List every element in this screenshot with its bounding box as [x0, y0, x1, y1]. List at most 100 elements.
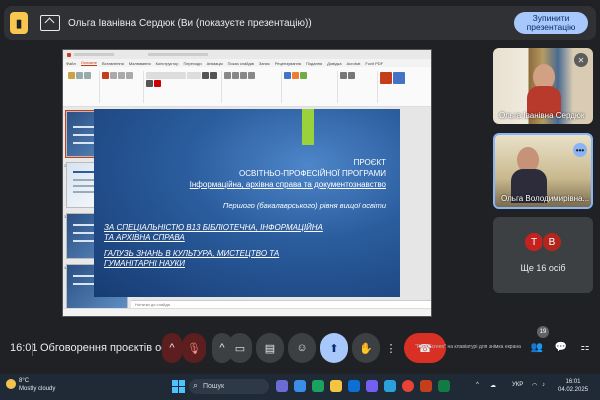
more-options-button[interactable]: ⋮ [384, 333, 398, 363]
taskbar-time: 16:01 [565, 379, 581, 385]
slide-title-line: ОСВІТНЬО-ПРОФЕСІЙНОЇ ПРОГРАМИ [239, 169, 386, 178]
onedrive-icon[interactable]: ☁ [490, 382, 496, 389]
app-badge-icon: ▮ [10, 12, 28, 34]
numbering-icon[interactable] [232, 71, 239, 79]
meeting-clock: 16:01 [10, 342, 38, 354]
taskbar-clock[interactable]: 16:01 04.02.2025 [558, 378, 588, 394]
copy-icon[interactable] [84, 71, 91, 79]
section-icon[interactable] [126, 71, 133, 79]
widgets-icon[interactable] [294, 380, 306, 392]
raise-hand-button[interactable]: ✋ [352, 333, 380, 363]
weather-widget[interactable]: 8°C Mostly cloudy [6, 377, 55, 393]
align-icon[interactable] [240, 71, 247, 79]
shapes-icon[interactable] [284, 71, 291, 79]
mic-off-icon: ✕ [574, 53, 588, 67]
mic-options-chevron-icon[interactable]: ^ [162, 333, 182, 363]
menu-item[interactable]: Переходи [183, 61, 201, 66]
menu-item[interactable]: Вставлення [102, 61, 124, 66]
participant-tile-active[interactable]: ••• Ольга Володимирівна... [493, 133, 593, 209]
camera-button[interactable]: ▭ [228, 333, 252, 363]
paste-icon[interactable] [68, 71, 75, 79]
menu-item[interactable]: Рецензування [275, 61, 301, 66]
more-options-icon[interactable]: ••• [573, 143, 587, 157]
chrome-icon[interactable] [402, 380, 414, 392]
menu-item[interactable]: Конструктор [156, 61, 179, 66]
present-button[interactable]: ⬆ [320, 333, 348, 363]
current-slide: ПРОЄКТ ОСВІТНЬО-ПРОФЕСІЙНОЇ ПРОГРАМИ Інф… [94, 109, 400, 297]
menu-item[interactable]: Acrobat [347, 61, 361, 66]
menu-item-active[interactable]: Основне [80, 60, 97, 66]
quick-styles-icon[interactable] [300, 71, 307, 79]
ribbon-group [144, 70, 222, 103]
avatar-group: Т В [524, 232, 562, 252]
ppt-logo-icon [67, 52, 71, 57]
presenting-banner: ▮ Ольга Іванівна Сердюк (Ви (показуєте п… [4, 6, 596, 40]
slide-field-line: ГАЛУЗЬ ЗНАНЬ В КУЛЬТУРА, МИСТЕЦТВО ТА [104, 249, 280, 258]
replace-icon[interactable] [348, 71, 355, 79]
other-participants-tile[interactable]: Т В Ще 16 осіб [493, 217, 593, 293]
viber-icon[interactable] [366, 380, 378, 392]
telegram-icon[interactable] [384, 380, 396, 392]
font-size-select[interactable] [187, 71, 201, 79]
explorer-icon[interactable] [330, 380, 342, 392]
arrange-icon[interactable] [292, 71, 299, 79]
ppt-menu-bar: Файл Основне Вставлення Малювання Констр… [63, 59, 431, 67]
edge-icon[interactable] [312, 380, 324, 392]
captions-button[interactable]: ▤ [256, 333, 284, 363]
emoji-button[interactable]: ☺ [288, 333, 316, 363]
windows-start-icon[interactable] [172, 380, 185, 393]
avatar: Т [524, 232, 544, 252]
weather-desc: Mostly cloudy [19, 386, 56, 392]
menu-item[interactable]: Подання [306, 61, 322, 66]
windows-taskbar: 8°C Mostly cloudy Пошук ^ ☁ УКР ◠ ♪ 16:0… [0, 374, 600, 400]
activities-icon[interactable]: ⚏ [578, 340, 592, 354]
avatar: В [542, 232, 562, 252]
layout-icon[interactable] [110, 71, 117, 79]
tray-chevron-icon[interactable]: ^ [476, 382, 479, 388]
reset-icon[interactable] [118, 71, 125, 79]
wifi-icon[interactable]: ◠ [532, 382, 537, 389]
ppt-ribbon [63, 67, 431, 107]
menu-item[interactable]: Показ слайдів [228, 61, 254, 66]
slide-accent-bar [302, 109, 314, 145]
menu-item[interactable]: Анімація [207, 61, 223, 66]
italic-icon[interactable] [210, 71, 217, 79]
bold-icon[interactable] [202, 71, 209, 79]
cut-icon[interactable] [76, 71, 83, 79]
keyboard-language[interactable]: УКР [512, 382, 523, 388]
dictate-icon[interactable] [380, 71, 392, 84]
participant-tile[interactable]: ✕ Ольга Іванівна Сердюк [493, 48, 593, 124]
menu-item[interactable]: Файл [66, 61, 76, 66]
present-screen-icon [40, 15, 60, 31]
menu-item[interactable]: Довідка [327, 61, 341, 66]
divider [32, 343, 33, 356]
powerpoint-icon[interactable] [420, 380, 432, 392]
ppt-title-bar [63, 50, 431, 59]
taskbar-date: 04.02.2025 [558, 387, 589, 393]
slide-title-line: ПРОЄКТ [353, 158, 386, 167]
find-icon[interactable] [340, 71, 347, 79]
slide-program-name: Інформаційна, архівна справа та документ… [189, 180, 386, 189]
menu-item[interactable]: Foxit PDF [365, 61, 383, 66]
notes-pane[interactable]: Нотатки до слайда [131, 300, 431, 308]
participants-count-badge: 19 [537, 326, 549, 338]
underline-icon[interactable] [146, 79, 153, 87]
volume-icon[interactable]: ♪ [542, 382, 545, 388]
columns-icon[interactable] [248, 71, 255, 79]
mic-off-button[interactable]: 🎙 [182, 333, 206, 363]
new-slide-icon[interactable] [102, 71, 109, 79]
taskbar-search[interactable]: Пошук [189, 379, 269, 394]
excel-icon[interactable] [438, 380, 450, 392]
menu-item[interactable]: Малювання [129, 61, 151, 66]
font-select[interactable] [146, 71, 186, 79]
font-color-icon[interactable] [154, 79, 161, 87]
store-icon[interactable] [348, 380, 360, 392]
print-screen-toast: "Print Screen" на клавіатурі для знімка … [415, 344, 521, 350]
designer-icon[interactable] [393, 71, 405, 84]
stop-presenting-button[interactable]: Зупинити презентацію [514, 12, 588, 34]
taskview-icon[interactable] [276, 380, 288, 392]
bullets-icon[interactable] [224, 71, 231, 79]
chat-icon[interactable]: 💬 [554, 340, 568, 354]
people-icon[interactable]: 👥 [530, 340, 544, 354]
menu-item[interactable]: Запис [259, 61, 270, 66]
